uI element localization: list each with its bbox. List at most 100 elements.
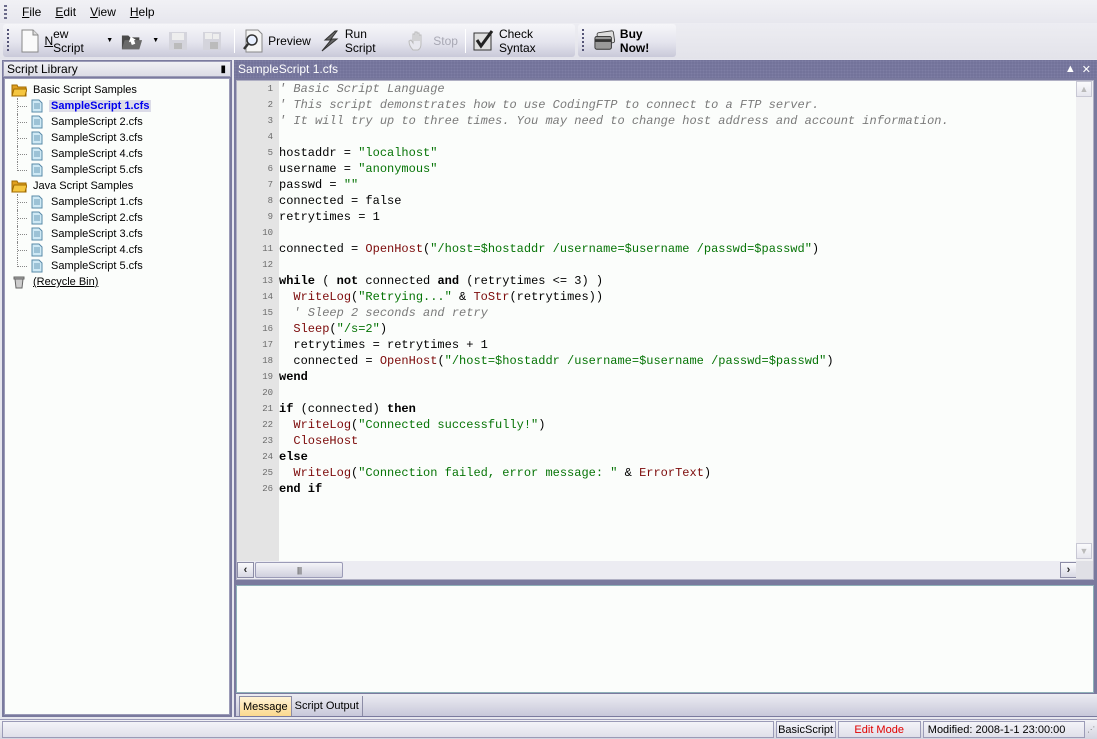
- tree-item-script[interactable]: SampleScript 3.cfs: [5, 226, 229, 242]
- code-line[interactable]: 23 CloseHost: [237, 433, 1077, 449]
- tree-item-label: SampleScript 1.cfs: [49, 100, 152, 112]
- output-area[interactable]: [236, 585, 1094, 693]
- tree-recycle-bin[interactable]: (Recycle Bin): [5, 274, 229, 290]
- save-all-button[interactable]: [197, 27, 231, 55]
- code-line[interactable]: 21 if (connected) then: [237, 401, 1077, 417]
- scroll-left-button[interactable]: ‹: [237, 562, 254, 578]
- resize-grip-icon[interactable]: ⋰: [1087, 725, 1097, 734]
- document-tab-title[interactable]: SampleScript 1.cfs: [238, 62, 338, 76]
- status-language: BasicScript: [775, 721, 836, 738]
- check-syntax-button[interactable]: Check Syntax: [469, 27, 575, 55]
- tab-message[interactable]: Message: [239, 696, 292, 716]
- code-line[interactable]: 7 passwd = "": [237, 177, 1077, 193]
- tree-item-script[interactable]: SampleScript 4.cfs: [5, 146, 229, 162]
- scroll-right-button[interactable]: ›: [1060, 562, 1077, 578]
- code-comment: ' This script demonstrates how to use Co…: [279, 98, 820, 112]
- code-function: WriteLog: [293, 418, 352, 432]
- code-text: username =: [279, 162, 359, 176]
- line-number: 9: [267, 212, 273, 222]
- tab-list-arrow-icon[interactable]: ▲: [1065, 63, 1076, 76]
- tree-item-label: SampleScript 2.cfs: [51, 116, 143, 128]
- tree-folder[interactable]: Basic Script Samples: [5, 82, 229, 98]
- line-number: 4: [267, 132, 273, 142]
- open-dropdown-arrow[interactable]: ▼: [152, 37, 159, 44]
- menubar-grip[interactable]: [4, 4, 7, 19]
- scroll-down-button[interactable]: ▼: [1076, 543, 1092, 559]
- new-script-dropdown-arrow[interactable]: ▼: [106, 37, 113, 44]
- code-keyword: not: [336, 274, 359, 288]
- tree-item-script[interactable]: SampleScript 5.cfs: [5, 258, 229, 274]
- code-line[interactable]: 18 connected = OpenHost("/host=$hostaddr…: [237, 353, 1077, 369]
- code-text: ): [811, 242, 820, 256]
- code-line[interactable]: 2 ' This script demonstrates how to use C…: [237, 97, 1077, 113]
- tree-item-script[interactable]: SampleScript 4.cfs: [5, 242, 229, 258]
- new-script-button[interactable]: New Script: [15, 27, 105, 55]
- code-line[interactable]: 20: [237, 385, 1077, 401]
- tree-connector-line: [18, 250, 27, 251]
- tree-item-script[interactable]: SampleScript 2.cfs: [5, 210, 229, 226]
- line-content: while ( not connected and (retrytimes <=…: [275, 274, 603, 288]
- code-line[interactable]: 26 end if: [237, 481, 1077, 497]
- code-line[interactable]: 9 retrytimes = 1: [237, 209, 1077, 225]
- code-line[interactable]: 10: [237, 225, 1077, 241]
- code-string: "Connection failed, error message: ": [358, 466, 618, 480]
- stop-button[interactable]: Stop: [403, 27, 462, 55]
- code-line[interactable]: 5 hostaddr = "localhost": [237, 145, 1077, 161]
- close-icon[interactable]: ✕: [1082, 63, 1091, 76]
- horizontal-scrollbar[interactable]: ‹ |||| ›: [237, 561, 1077, 579]
- script-file-icon: [29, 227, 45, 241]
- code-editor[interactable]: 1 ' Basic Script Language 2 ' This script d…: [236, 80, 1094, 580]
- code-line[interactable]: 4: [237, 129, 1077, 145]
- code-line[interactable]: 6 username = "anonymous": [237, 161, 1077, 177]
- code-line[interactable]: 13 while ( not connected and (retrytimes …: [237, 273, 1077, 289]
- tab-script-output[interactable]: Script Output: [292, 696, 363, 716]
- code-line[interactable]: 8 connected = false: [237, 193, 1077, 209]
- code-line[interactable]: 3 ' It will try up to three times. You ma…: [237, 113, 1077, 129]
- vertical-scrollbar[interactable]: ▲ ▼: [1076, 81, 1093, 561]
- code-line[interactable]: 22 WriteLog("Connected successfully!"): [237, 417, 1077, 433]
- tree-item-script[interactable]: SampleScript 1.cfs: [5, 98, 229, 114]
- code-line[interactable]: 25 WriteLog("Connection failed, error me…: [237, 465, 1077, 481]
- menubar: File Edit View Help: [0, 0, 1097, 23]
- code-line[interactable]: 17 retrytimes = retrytimes + 1: [237, 337, 1077, 353]
- code-line[interactable]: 24 else: [237, 449, 1077, 465]
- preview-button[interactable]: Preview: [238, 27, 315, 55]
- code-line[interactable]: 19 wend: [237, 369, 1077, 385]
- code-string: "/s=2": [336, 322, 380, 336]
- vertical-scroll-track[interactable]: [1076, 97, 1093, 543]
- run-script-button[interactable]: Run Script: [315, 27, 403, 55]
- save-all-icon: [201, 29, 223, 53]
- tree-folder[interactable]: Java Script Samples: [5, 178, 229, 194]
- pin-icon[interactable]: ▮: [220, 64, 226, 75]
- code-line[interactable]: 12: [237, 257, 1077, 273]
- line-number: 2: [267, 100, 273, 110]
- buy-now-button[interactable]: Buy Now!: [590, 27, 676, 55]
- code-line[interactable]: 15 ' Sleep 2 seconds and retry: [237, 305, 1077, 321]
- horizontal-scroll-thumb[interactable]: ||||: [255, 562, 343, 578]
- code-line[interactable]: 14 WriteLog("Retrying..." & ToStr(retryt…: [237, 289, 1077, 305]
- menu-edit[interactable]: Edit: [48, 5, 83, 19]
- code-content[interactable]: 1 ' Basic Script Language 2 ' This script d…: [237, 81, 1077, 561]
- toolbar-grip[interactable]: [7, 28, 9, 53]
- toolbar-grip[interactable]: [582, 28, 584, 53]
- code-line[interactable]: 1 ' Basic Script Language: [237, 81, 1077, 97]
- code-line[interactable]: 16 Sleep("/s=2"): [237, 321, 1077, 337]
- line-number: 24: [262, 452, 273, 462]
- tree-item-script[interactable]: SampleScript 1.cfs: [5, 194, 229, 210]
- code-line[interactable]: 11 connected = OpenHost("/host=$hostaddr …: [237, 241, 1077, 257]
- tree-item-script[interactable]: SampleScript 3.cfs: [5, 130, 229, 146]
- menu-help[interactable]: Help: [123, 5, 162, 19]
- tree-item-script[interactable]: SampleScript 2.cfs: [5, 114, 229, 130]
- document-tab-header: SampleScript 1.cfs ▲ ✕: [234, 60, 1097, 78]
- menu-view[interactable]: View: [83, 5, 123, 19]
- save-button[interactable]: [163, 27, 197, 55]
- scroll-up-button[interactable]: ▲: [1076, 81, 1092, 97]
- menu-file[interactable]: File: [15, 5, 48, 19]
- open-button[interactable]: [117, 27, 151, 55]
- preview-magnifier-icon: [242, 29, 264, 53]
- credit-card-icon: [594, 29, 616, 53]
- line-content: if (connected) then: [275, 402, 416, 416]
- code-string: "localhost": [358, 146, 438, 160]
- tree-item-script[interactable]: SampleScript 5.cfs: [5, 162, 229, 178]
